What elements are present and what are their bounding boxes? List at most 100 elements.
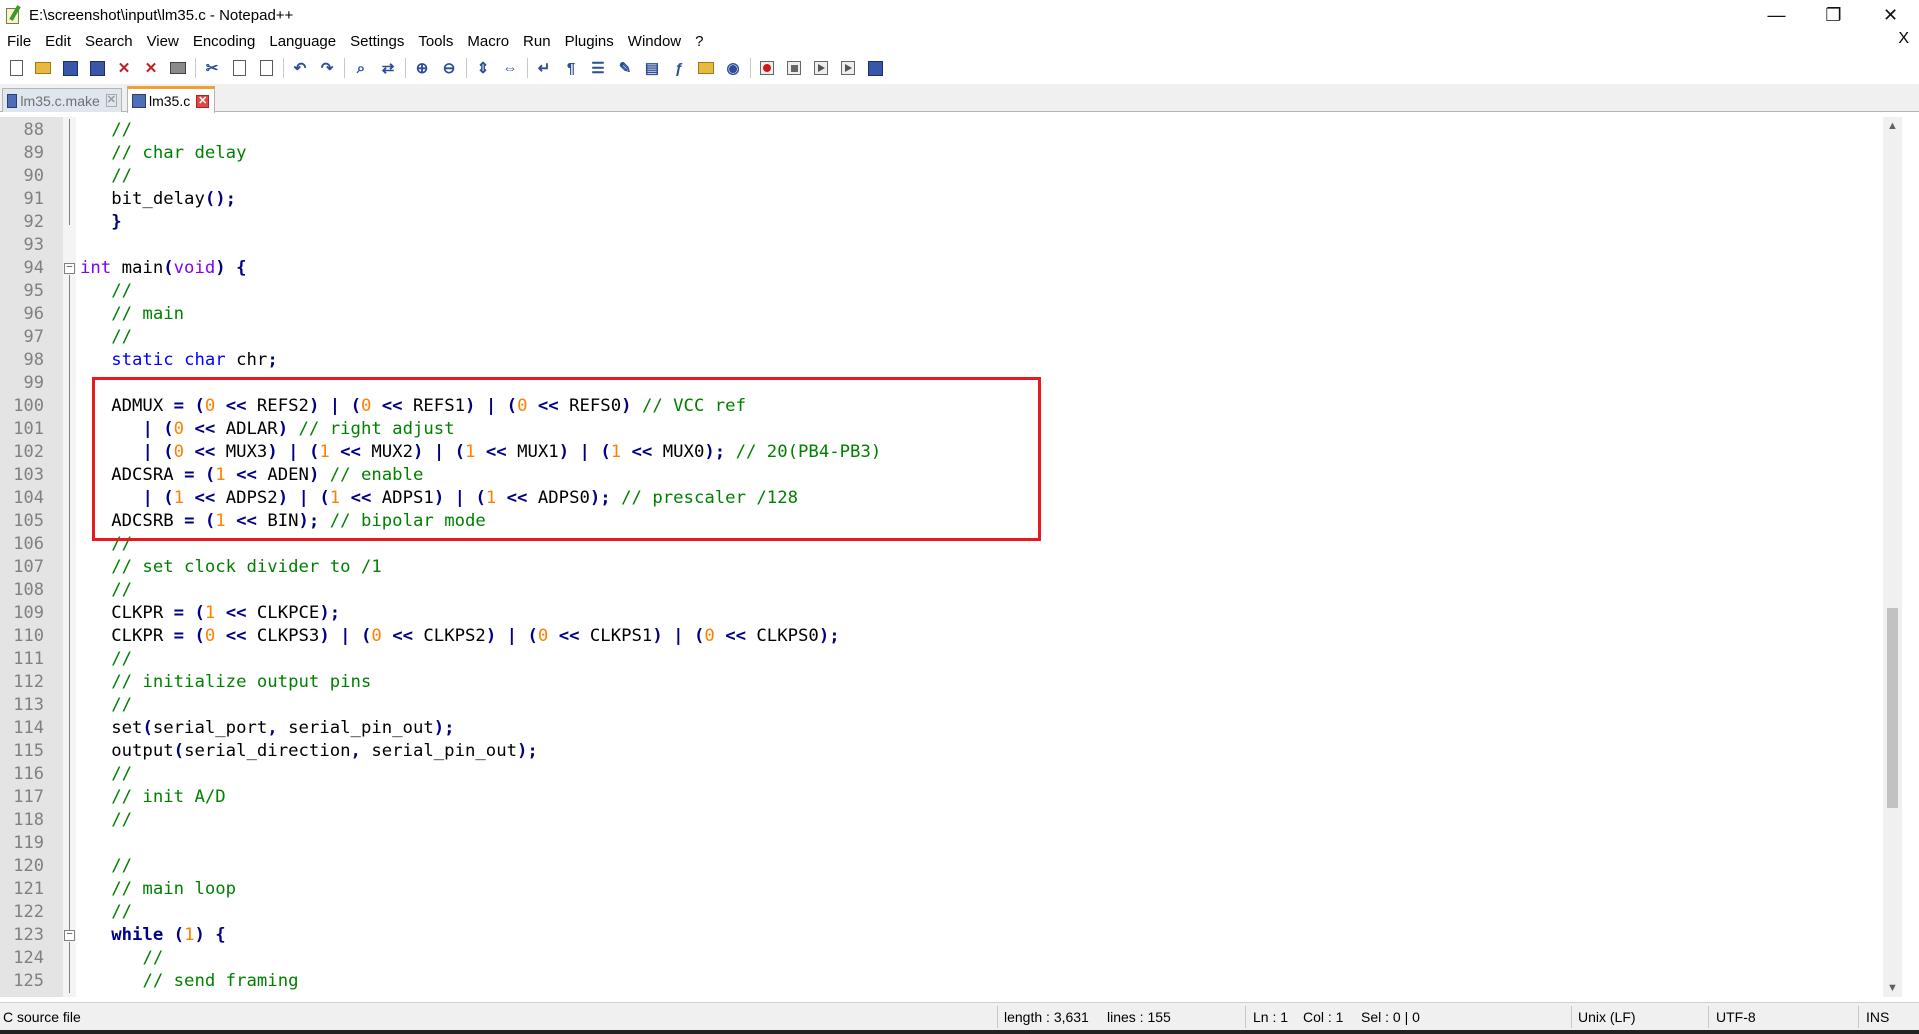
code-line[interactable]: 114 set(serial_port, serial_pin_out); [0,717,1902,740]
doc-map-icon[interactable]: ▤ [642,58,662,78]
user-language-icon[interactable]: ✎ [615,58,635,78]
paste-icon[interactable] [256,58,276,78]
vertical-scrollbar[interactable]: ▲ ▼ [1883,117,1902,997]
code-line[interactable]: 113 // [0,694,1902,717]
tab-lm35-c[interactable]: lm35.c ✕ [127,86,215,113]
status-eol[interactable]: Unix (LF) [1578,1009,1636,1025]
redo-icon[interactable]: ↷ [317,58,337,78]
zoom-in-icon[interactable]: ⊕ [412,58,432,78]
line-number: 104 [13,488,44,508]
status-encoding[interactable]: UTF-8 [1716,1009,1756,1025]
code-line[interactable]: 118 // [0,809,1902,832]
print-icon[interactable] [168,58,188,78]
code-line[interactable]: 119 [0,832,1902,855]
scrollbar-thumb[interactable] [1887,608,1898,808]
sync-vertical-icon[interactable]: ⇕ [473,58,493,78]
fold-toggle-icon[interactable]: − [64,263,75,274]
show-all-chars-icon[interactable]: ¶ [561,58,581,78]
sync-horizontal-icon[interactable]: ⇔ [500,58,520,78]
save-all-icon[interactable] [87,58,107,78]
code-line[interactable]: 121 // main loop [0,878,1902,901]
scroll-up-arrow-icon[interactable]: ▲ [1883,117,1902,135]
folder-workspace-icon[interactable] [696,58,716,78]
word-wrap-icon[interactable]: ↵ [534,58,554,78]
play-macro-icon[interactable] [811,58,831,78]
code-line[interactable]: 123 while (1) { [0,924,1902,947]
replace-icon[interactable]: ⇄ [378,58,398,78]
tab-close-icon[interactable]: ✕ [196,94,210,108]
toolbar-separator [195,58,196,78]
monitoring-icon[interactable]: ◉ [723,58,743,78]
close-all-icon[interactable]: ✕ [141,58,161,78]
stop-record-icon[interactable] [784,58,804,78]
code-line[interactable]: 108 // [0,579,1902,602]
save-macro-icon[interactable] [865,58,885,78]
scroll-down-arrow-icon[interactable]: ▼ [1883,979,1902,997]
menu-tools[interactable]: Tools [411,33,460,50]
code-line[interactable]: 115 output(serial_direction, serial_pin_… [0,740,1902,763]
record-macro-icon[interactable] [757,58,777,78]
tab-lm35-c-make[interactable]: lm35.c.make ✕ [2,88,122,112]
status-insert-mode[interactable]: INS [1866,1009,1889,1025]
status-separator [1571,1006,1572,1028]
save-icon[interactable] [60,58,80,78]
code-line[interactable]: 97 // [0,326,1902,349]
zoom-out-icon[interactable]: ⊖ [439,58,459,78]
function-list-icon[interactable]: ƒ [669,58,689,78]
open-file-icon[interactable] [33,58,53,78]
code-line[interactable]: 90 // [0,165,1902,188]
close-document-button[interactable]: X [1898,30,1909,48]
code-line[interactable]: 124 // [0,947,1902,970]
indent-guide-icon[interactable]: ☰ [588,58,608,78]
fold-toggle-icon[interactable]: − [64,930,75,941]
code-line[interactable]: 110 CLKPR = (0 << CLKPS3) | (0 << CLKPS2… [0,625,1902,648]
code-line[interactable]: 120 // [0,855,1902,878]
code-text: // initialize output pins [111,672,372,692]
menu-encoding[interactable]: Encoding [186,33,263,50]
menu-plugins[interactable]: Plugins [558,33,621,50]
code-editor[interactable]: 88 //89 // char delay 90 //91 bit_delay()… [0,117,1902,997]
code-line[interactable]: 91 bit_delay(); [0,188,1902,211]
cut-icon[interactable]: ✂ [202,58,222,78]
menu-help[interactable]: ? [688,33,710,50]
code-line[interactable]: 92 } [0,211,1902,234]
menu-run[interactable]: Run [516,33,558,50]
code-line[interactable]: 112 // initialize output pins [0,671,1902,694]
menu-language[interactable]: Language [262,33,343,50]
minimize-button[interactable]: — [1748,0,1805,30]
find-icon[interactable]: ⌕ [351,58,371,78]
menu-edit[interactable]: Edit [38,33,78,50]
code-line[interactable]: 109 CLKPR = (1 << CLKPCE); [0,602,1902,625]
code-line[interactable]: 125 // send framing [0,970,1902,993]
menu-window[interactable]: Window [621,33,688,50]
code-line[interactable]: 96 // main [0,303,1902,326]
run-macro-multiple-icon[interactable] [838,58,858,78]
code-line[interactable]: 95 // [0,280,1902,303]
code-line[interactable]: 98 static char chr; [0,349,1902,372]
document-tab-bar: lm35.c.make ✕ lm35.c ✕ [0,84,1919,113]
code-line[interactable]: 89 // char delay [0,142,1902,165]
code-line[interactable]: 93 [0,234,1902,257]
menu-file[interactable]: File [0,33,38,50]
code-line[interactable]: 116 // [0,763,1902,786]
new-file-icon[interactable] [6,58,26,78]
code-line[interactable]: 117 // init A/D [0,786,1902,809]
menu-view[interactable]: View [140,33,186,50]
close-icon[interactable]: ✕ [114,58,134,78]
tab-label: lm35.c.make [20,92,100,109]
copy-icon[interactable] [229,58,249,78]
menu-macro[interactable]: Macro [460,33,516,50]
close-window-button[interactable]: ✕ [1862,0,1919,30]
restore-button[interactable]: ❐ [1805,0,1862,30]
menu-bar: File Edit Search View Encoding Language … [0,30,1919,52]
code-line[interactable]: 111 // [0,648,1902,671]
menu-search[interactable]: Search [78,33,140,50]
menu-settings[interactable]: Settings [343,33,411,50]
code-line[interactable]: 94 int main(void) { [0,257,1902,280]
code-line[interactable]: 122 // [0,901,1902,924]
undo-icon[interactable]: ↶ [290,58,310,78]
code-line[interactable]: 88 // [0,119,1902,142]
code-line[interactable]: 107 // set clock divider to /1 [0,556,1902,579]
line-number: 90 [23,166,44,186]
tab-close-icon[interactable]: ✕ [105,94,117,107]
